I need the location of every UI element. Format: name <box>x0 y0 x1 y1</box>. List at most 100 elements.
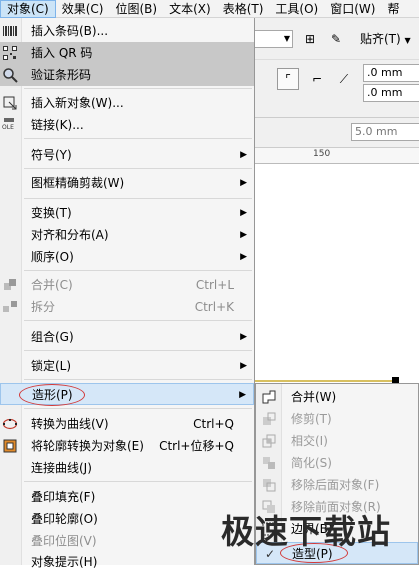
menu-bitmaps[interactable]: 位图(B) <box>110 0 164 18</box>
menu-separator <box>24 198 252 199</box>
menu-symbol[interactable]: 符号(Y) ▶ <box>0 144 254 166</box>
submenu-weld[interactable]: 合并(W) <box>256 386 418 408</box>
menu-powerclip[interactable]: 图框精确剪裁(W) ▶ <box>0 172 254 194</box>
snap-dropdown[interactable]: 贴齐(T) ▼ <box>360 30 411 48</box>
break-apart-icon <box>3 301 17 312</box>
selected-line <box>255 380 395 382</box>
qr-code-icon <box>3 46 17 60</box>
menu-outline-to-object[interactable]: 将轮廓转换为对象(E) Ctrl+位移+Q <box>0 435 254 457</box>
submenu-trim[interactable]: 修剪(T) <box>256 408 418 430</box>
weld-icon <box>262 390 276 404</box>
menu-label: 图框精确剪裁(W) <box>31 176 125 190</box>
menu-bar: 对象(C) 效果(C) 位图(B) 文本(X) 表格(T) 工具(O) 窗口(W… <box>0 0 419 18</box>
menu-table[interactable]: 表格(T) <box>217 0 270 18</box>
menu-insert-barcode[interactable]: 插入条码(B)... <box>0 20 254 42</box>
submenu-arrow-icon: ▶ <box>240 252 247 262</box>
menu-label: 变换(T) <box>31 206 72 220</box>
menu-label: 拆分 <box>31 300 56 314</box>
menu-label: 顺序(O) <box>31 250 74 264</box>
menu-overprint-bitmap[interactable]: 叠印位图(V) <box>0 530 254 552</box>
menu-label: 叠印轮廓(O) <box>31 512 98 526</box>
menu-separator <box>24 379 252 380</box>
ruler-tick-label: 150 <box>313 149 331 159</box>
menu-combine[interactable]: 合并(C) Ctrl+L <box>0 274 254 296</box>
menu-label: 验证条形码 <box>31 68 92 82</box>
menu-tools[interactable]: 工具(O) <box>269 0 324 18</box>
submenu-arrow-icon: ▶ <box>240 332 247 342</box>
outline-width-field[interactable]: 5.0 mm <box>351 123 419 141</box>
menu-separator <box>24 270 252 271</box>
submenu-arrow-icon: ▶ <box>239 390 246 400</box>
menu-shortcut: Ctrl+位移+Q <box>159 439 234 453</box>
menu-align-distribute[interactable]: 对齐和分布(A) ▶ <box>0 224 254 246</box>
corner-round-icon[interactable]: ⌜ <box>277 68 299 90</box>
menu-lock[interactable]: 锁定(L) ▶ <box>0 355 254 377</box>
menu-label: 符号(Y) <box>31 148 72 162</box>
menu-insert-qr[interactable]: 插入 QR 码 <box>0 42 254 64</box>
submenu-front-minus-back[interactable]: 移除后面对象(F) <box>256 474 418 496</box>
corner-chamfer-icon[interactable]: ⟋ <box>333 68 355 90</box>
menu-label: 将轮廓转换为对象(E) <box>31 439 144 453</box>
menu-separator <box>24 481 252 482</box>
trim-icon <box>263 412 276 425</box>
menu-order[interactable]: 顺序(O) ▶ <box>0 246 254 268</box>
menu-label: 修剪(T) <box>291 412 332 426</box>
menu-label: 锁定(L) <box>31 359 72 373</box>
menu-separator <box>24 320 252 321</box>
corner-scallop-icon[interactable]: ⌐ <box>306 68 328 90</box>
menu-shortcut: Ctrl+Q <box>193 417 234 431</box>
menu-label: 叠印位图(V) <box>31 534 97 548</box>
menu-label: 链接(K)... <box>31 118 84 132</box>
dropdown-arrow-icon: ▼ <box>283 34 290 43</box>
menu-label: 对齐和分布(A) <box>31 228 109 242</box>
menu-convert-to-curves[interactable]: 转换为曲线(V) Ctrl+Q <box>0 413 254 435</box>
submenu-arrow-icon: ▶ <box>240 150 247 160</box>
menu-insert-new-object[interactable]: 插入新对象(W)... <box>0 92 254 114</box>
corner-radius-top[interactable]: .0 mm <box>363 64 419 82</box>
menu-separator <box>24 168 252 169</box>
menu-text[interactable]: 文本(X) <box>163 0 217 18</box>
zoom-field[interactable]: ▼ <box>255 30 293 48</box>
submenu-arrow-icon: ▶ <box>240 208 247 218</box>
menu-group[interactable]: 组合(G) ▶ <box>0 326 254 348</box>
convert-to-curves-icon <box>2 418 18 430</box>
menu-transform[interactable]: 变换(T) ▶ <box>0 202 254 224</box>
corner-radius-bottom[interactable]: .0 mm <box>363 84 419 102</box>
grid-icon[interactable]: ⊞ <box>299 28 321 50</box>
submenu-intersect[interactable]: 相交(I) <box>256 430 418 452</box>
menu-overprint-fill[interactable]: 叠印填充(F) <box>0 486 254 508</box>
menu-links[interactable]: OLE 链接(K)... <box>0 114 254 136</box>
menu-break-apart[interactable]: 拆分 Ctrl+K <box>0 296 254 318</box>
menu-label: 叠印填充(F) <box>31 490 96 504</box>
menu-effects[interactable]: 效果(C) <box>56 0 110 18</box>
outline-to-object-icon <box>3 439 17 453</box>
menu-shortcut: Ctrl+K <box>194 300 234 314</box>
menu-label: 合并(C) <box>31 278 73 292</box>
menu-connect-curves[interactable]: 连接曲线(J) <box>0 457 254 479</box>
combine-icon <box>4 279 16 290</box>
menu-window[interactable]: 窗口(W) <box>324 0 381 18</box>
insert-object-icon <box>3 96 17 110</box>
svg-text:OLE: OLE <box>2 124 14 131</box>
intersect-icon <box>262 434 276 448</box>
submenu-arrow-icon: ▶ <box>240 178 247 188</box>
menu-label: 合并(W) <box>291 390 337 404</box>
snap-label: 贴齐(T) <box>360 32 401 46</box>
menu-label: 插入新对象(W)... <box>31 96 124 110</box>
magnifier-icon <box>3 68 18 83</box>
submenu-simplify[interactable]: 简化(S) <box>256 452 418 474</box>
menu-label: 对象提示(H) <box>31 555 98 569</box>
annotation-circle <box>19 384 85 406</box>
menu-verify-barcode[interactable]: 验证条形码 <box>0 64 254 86</box>
object-menu: 插入条码(B)... 插入 QR 码 验证条形码 插入新对象(W)... OLE… <box>0 18 255 569</box>
snap-icon[interactable]: ✎ <box>325 28 347 50</box>
menu-label: 组合(G) <box>31 330 74 344</box>
menu-object-hints[interactable]: 对象提示(H) <box>0 551 254 573</box>
menu-overprint-outline[interactable]: 叠印轮廓(O) <box>0 508 254 530</box>
menu-label: 移除后面对象(F) <box>291 478 380 492</box>
watermark-text: 极速下载站 <box>221 512 391 551</box>
menu-object[interactable]: 对象(C) <box>0 0 56 18</box>
ole-icon: OLE <box>2 118 14 131</box>
menu-help[interactable]: 帮 <box>381 0 405 18</box>
menu-shortcut: Ctrl+L <box>195 278 234 292</box>
